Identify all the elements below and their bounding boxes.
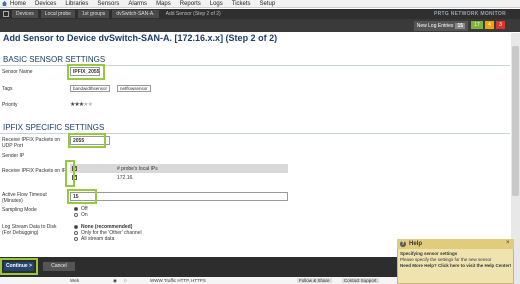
- cancel-button[interactable]: Cancel: [43, 262, 75, 271]
- highlight-sensor-name: [67, 64, 105, 80]
- home-icon[interactable]: [2, 1, 7, 6]
- udp-port-label: Receive IPFIX Packets on UDP Port: [2, 137, 61, 149]
- tag-chip[interactable]: bandwidthsensor: [70, 85, 111, 92]
- breadcrumb-device[interactable]: dvSwitch-SAN-A.: [112, 10, 159, 18]
- ip-address: 172.16.: [117, 174, 134, 181]
- sampling-mode-label: Sampling Mode: [2, 207, 37, 213]
- radio-label: All stream data: [81, 236, 115, 242]
- radio-dot[interactable]: ◉: [113, 278, 117, 284]
- radio-dot[interactable]: ○: [124, 278, 127, 283]
- main-menu: Home Devices Libraries Sensors Alarms Ma…: [0, 0, 520, 8]
- tag-chip[interactable]: netflowsensor: [117, 85, 151, 92]
- channel-description: WWW Traffic HTTP, HTTPS: [150, 278, 206, 283]
- menu-logs[interactable]: Logs: [210, 1, 223, 7]
- priority-stars[interactable]: ★★★★★: [70, 101, 93, 108]
- breadcrumb-devices[interactable]: Devices: [12, 10, 38, 18]
- radio-dot: [74, 231, 78, 235]
- menu-maps[interactable]: Maps: [156, 1, 171, 7]
- tags-label: Tags: [2, 86, 13, 92]
- table-header: ✓ # probe's local IPs: [70, 164, 288, 173]
- follow-share-link[interactable]: Follow & Share: [297, 278, 332, 283]
- status-badge-up[interactable]: 17: [471, 21, 483, 29]
- ipfix-settings-title: IPFIX SPECIFIC SETTINGS: [3, 123, 105, 132]
- highlight-udp-port: [68, 133, 106, 148]
- page-title: Add Sensor to Device dvSwitch-SAN-A. [17…: [3, 33, 278, 43]
- help-icon: ?: [400, 241, 406, 247]
- receive-ip-label: Receive IPFIX Packets on IP: [2, 168, 67, 174]
- priority-label: Priority: [2, 102, 18, 108]
- scrollbar-thumb[interactable]: [512, 46, 519, 196]
- radio-dot: [74, 213, 78, 217]
- active-timeout-input[interactable]: 15: [70, 192, 288, 201]
- brand-logo: PRTG NETWORK MONITOR: [433, 11, 506, 17]
- radio-dot: [74, 237, 78, 241]
- radio-label: On: [81, 212, 88, 218]
- highlight-active-timeout: [67, 189, 97, 204]
- channel-name: Web: [70, 278, 80, 283]
- help-header[interactable]: ? Help: [397, 239, 514, 249]
- menu-sensors[interactable]: Sensors: [97, 1, 119, 7]
- menu-alarms[interactable]: Alarms: [128, 1, 147, 7]
- highlight-ip-checkboxes: [65, 160, 75, 187]
- radio-dot: [74, 225, 78, 229]
- breadcrumb-current: Add Sensor (Step 2 of 2): [165, 11, 221, 17]
- sampling-on-radio[interactable]: On: [74, 212, 88, 218]
- sensor-name-label: Sensor Name: [2, 69, 33, 75]
- help-more-link[interactable]: Need More Help? Click here to visit the …: [400, 263, 512, 269]
- menu-setup[interactable]: Setup: [260, 1, 276, 7]
- new-log-label: New Log Entries: [416, 23, 454, 29]
- new-log-entries-button[interactable]: New Log Entries 15: [413, 21, 468, 31]
- status-badge-warning[interactable]: 4: [485, 21, 494, 29]
- basic-settings-title: BASIC SENSOR SETTINGS: [3, 55, 106, 64]
- menu-tickets[interactable]: Tickets: [232, 1, 251, 7]
- log-stream-label: Log Stream Data to Disk (For Debugging): [2, 224, 57, 236]
- breadcrumb-group[interactable]: 1st groups: [77, 10, 110, 18]
- menu-libraries[interactable]: Libraries: [65, 1, 88, 7]
- help-body: Specifying sensor settings Please specif…: [400, 251, 512, 269]
- active-timeout-label: Active Flow Timeout (Minutes): [2, 192, 47, 204]
- close-icon[interactable]: ×: [506, 240, 510, 246]
- log-all-radio[interactable]: All stream data: [74, 236, 114, 242]
- menu-reports[interactable]: Reports: [180, 1, 201, 7]
- breadcrumb-home-icon[interactable]: [3, 11, 9, 17]
- contact-support-link[interactable]: Contact Support: [342, 278, 379, 283]
- help-title: Help: [409, 241, 423, 247]
- local-ip-table: ✓ # probe's local IPs ✓ 172.16.: [70, 164, 288, 182]
- sender-ip-label: Sender IP: [2, 153, 25, 159]
- radio-dot: [74, 207, 78, 211]
- new-log-count: 15: [455, 23, 465, 29]
- star-icon: ★: [87, 102, 93, 108]
- table-row: ✓ 172.16.: [70, 173, 288, 182]
- menu-home[interactable]: Home: [10, 1, 26, 7]
- ip-column-header: # probe's local IPs: [117, 165, 158, 172]
- highlight-continue: [0, 258, 38, 275]
- status-badge-down[interactable]: 3: [496, 21, 505, 29]
- breadcrumb-probe[interactable]: Local probe: [40, 10, 75, 18]
- menu-devices[interactable]: Devices: [35, 1, 56, 7]
